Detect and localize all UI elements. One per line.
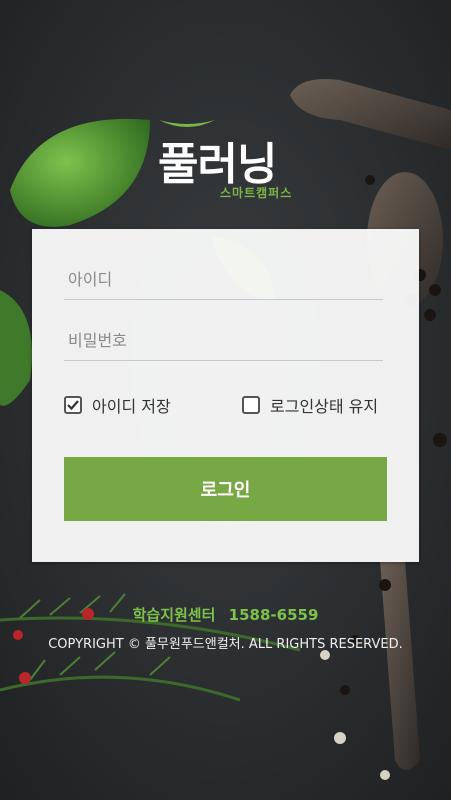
support-center: 학습지원센터 1588-6559 — [0, 604, 451, 625]
login-card: 아이디 저장 로그인상태 유지 로그인 — [32, 229, 419, 562]
save-id-label: 아이디 저장 — [92, 397, 171, 416]
keep-login-label: 로그인상태 유지 — [270, 397, 379, 416]
brand-subtitle: 스마트캠퍼스 — [220, 186, 293, 200]
checkbox-checked-icon — [64, 396, 82, 414]
support-phone[interactable]: 1588-6559 — [229, 606, 319, 624]
brand-logo: 풀러닝 — [158, 139, 277, 190]
checkbox-unchecked-icon — [242, 396, 260, 414]
id-input[interactable] — [64, 260, 383, 300]
login-button[interactable]: 로그인 — [64, 457, 387, 521]
save-id-checkbox[interactable]: 아이디 저장 — [64, 393, 171, 417]
password-input[interactable] — [64, 321, 383, 361]
copyright-text: COPYRIGHT © 풀무원푸드앤컬처. ALL RIGHTS RESERVE… — [48, 637, 403, 652]
support-label: 학습지원센터 — [132, 606, 216, 624]
keep-login-checkbox[interactable]: 로그인상태 유지 — [242, 393, 378, 417]
